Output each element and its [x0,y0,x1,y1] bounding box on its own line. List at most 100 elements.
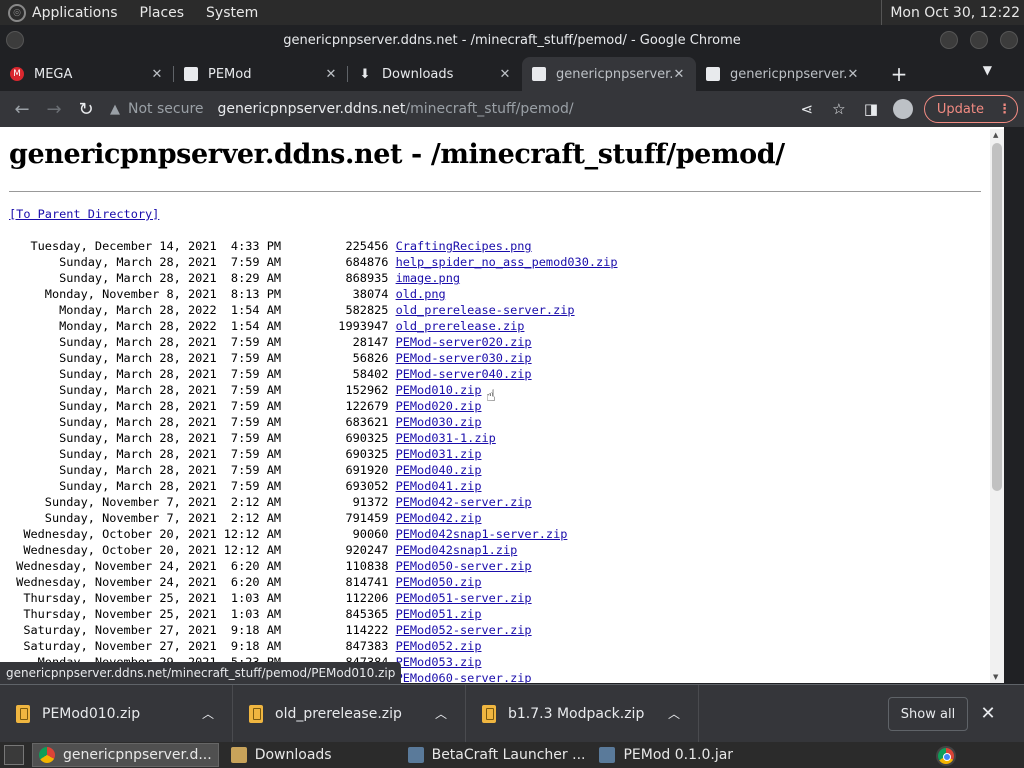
file-link[interactable]: image.png [396,271,460,285]
taskbar: genericpnpserver.d... Downloads BetaCraf… [0,742,1024,768]
page-icon [532,67,546,81]
file-link[interactable]: CraftingRecipes.png [396,239,532,253]
file-link[interactable]: PEMod-server040.zip [396,367,532,381]
distro-logo-icon[interactable]: ◎ [8,3,26,22]
tab-close-icon[interactable]: ✕ [846,67,860,82]
tab-close-icon[interactable]: ✕ [498,67,512,82]
file-link[interactable]: PEMod053.zip [396,655,482,669]
file-link[interactable]: old.png [396,287,446,301]
download-item[interactable]: PEMod010.zip ︿ [0,684,233,743]
file-link[interactable]: PEMod042.zip [396,511,482,525]
tab-label: genericpnpserver.d [556,66,672,82]
file-meta: Sunday, March 28, 2021 8:29 AM 868935 [9,271,396,285]
bookmark-star-icon[interactable]: ☆ [824,94,854,124]
minimize-icon[interactable] [940,31,958,49]
tab-mega[interactable]: M MEGA ✕ [0,57,174,91]
chevron-up-icon[interactable]: ︿ [202,705,232,722]
file-link[interactable]: PEMod051-server.zip [396,591,532,605]
clock[interactable]: Mon Oct 30, 12:22 [881,0,1020,25]
file-link[interactable]: PEMod031-1.zip [396,431,496,445]
file-link[interactable]: PEMod010.zip [396,383,482,397]
file-link[interactable]: PEMod051.zip [396,607,482,621]
file-link[interactable]: PEMod031.zip [396,447,482,461]
window-menu-icon[interactable] [6,31,24,49]
address-bar[interactable]: ▲ Not secure genericpnpserver.ddns.net /… [110,101,650,117]
maximize-icon[interactable] [970,31,988,49]
side-panel-icon[interactable]: ◨ [856,94,886,124]
places-menu[interactable]: Places [140,5,185,21]
file-row: Sunday, March 28, 2021 7:59 AM 122679 PE… [9,399,481,413]
download-item[interactable]: b1.7.3 Modpack.zip ︿ [466,684,699,743]
tab-strip: M MEGA ✕ PEMod ✕ ⬇ Downloads ✕ genericpn… [0,55,1024,91]
file-link[interactable]: PEMod050.zip [396,575,482,589]
chevron-up-icon[interactable]: ︿ [668,705,698,722]
file-meta: Monday, March 28, 2022 1:54 AM 582825 [9,303,396,317]
system-menu[interactable]: System [206,5,258,21]
file-meta: Sunday, March 28, 2021 7:59 AM 691920 [9,463,396,477]
tab-directory-2[interactable]: genericpnpserver.d ✕ [696,57,870,91]
warning-icon[interactable]: ▲ [110,102,120,117]
share-icon[interactable]: ⋖ [792,94,822,124]
tab-downloads[interactable]: ⬇ Downloads ✕ [348,57,522,91]
taskbar-item-chrome[interactable]: genericpnpserver.d... [32,743,219,767]
file-row: Thursday, November 25, 2021 1:03 AM 8453… [9,607,481,621]
file-row: Sunday, November 7, 2021 2:12 AM 791459 … [9,511,482,525]
file-link[interactable]: PEMod030.zip [396,415,482,429]
back-button[interactable]: ← [6,93,38,125]
window-close-icon[interactable] [1000,31,1018,49]
taskbar-item-pemod-jar[interactable]: PEMod 0.1.0.jar [593,743,739,767]
file-link[interactable]: PEMod042-server.zip [396,495,532,509]
chrome-tray-icon[interactable] [936,746,956,766]
forward-button[interactable]: → [38,93,70,125]
taskbar-item-betacraft[interactable]: BetaCraft Launcher ... [402,743,592,767]
file-link[interactable]: PEMod052.zip [396,639,482,653]
file-meta: Sunday, March 28, 2021 7:59 AM 690325 [9,447,396,461]
update-button[interactable]: Update ⋮ [923,95,1018,123]
scroll-up-icon[interactable]: ▲ [993,131,998,139]
tab-search-chevron-icon[interactable]: ▼ [983,63,992,77]
file-row: Wednesday, November 24, 2021 6:20 AM 110… [9,559,532,573]
download-icon: ⬇ [359,67,371,82]
close-icon[interactable]: ✕ [978,699,998,727]
chevron-up-icon[interactable]: ︿ [435,705,465,722]
taskbar-item-downloads[interactable]: Downloads [225,743,338,767]
file-row: Sunday, March 28, 2021 7:59 AM 690325 PE… [9,447,481,461]
new-tab-button[interactable]: + [882,57,916,91]
window-titlebar[interactable]: genericpnpserver.ddns.net - /minecraft_s… [0,25,1024,55]
file-link[interactable]: PEMod020.zip [396,399,482,413]
applications-menu[interactable]: Applications [32,5,118,21]
download-item[interactable]: old_prerelease.zip ︿ [233,684,466,743]
show-all-button[interactable]: Show all [888,697,968,731]
page-scrollbar[interactable]: ▲ ▼ [990,129,1004,683]
tab-close-icon[interactable]: ✕ [150,67,164,82]
file-link[interactable]: PEMod042snap1.zip [396,543,518,557]
parent-directory-link[interactable]: [To Parent Directory] [9,207,159,221]
show-desktop-button[interactable] [4,745,24,765]
file-link[interactable]: PEMod040.zip [396,463,482,477]
file-link[interactable]: PEMod060-server.zip [396,671,532,683]
chrome-icon [39,747,55,763]
tab-active-directory[interactable]: genericpnpserver.d ✕ [522,57,696,91]
security-status[interactable]: Not secure [128,101,204,117]
file-link[interactable]: old_prerelease.zip [396,319,525,333]
reload-button[interactable]: ↻ [70,93,102,125]
file-link[interactable]: PEMod042snap1-server.zip [396,527,568,541]
file-link[interactable]: PEMod050-server.zip [396,559,532,573]
scroll-down-icon[interactable]: ▼ [993,673,998,681]
file-link[interactable]: PEMod-server020.zip [396,335,532,349]
download-name: old_prerelease.zip [275,705,402,722]
scrollbar-thumb[interactable] [992,143,1002,491]
profile-avatar[interactable] [888,94,918,124]
file-row: Sunday, March 28, 2021 7:59 AM 683621 PE… [9,415,481,429]
divider [9,191,981,192]
java-icon [407,747,424,763]
tab-close-icon[interactable]: ✕ [324,67,338,82]
file-link[interactable]: old_prerelease-server.zip [396,303,575,317]
file-link[interactable]: help_spider_no_ass_pemod030.zip [396,255,618,269]
file-link[interactable]: PEMod041.zip [396,479,482,493]
file-link[interactable]: PEMod-server030.zip [396,351,532,365]
tab-close-icon[interactable]: ✕ [672,67,686,82]
tab-pemod[interactable]: PEMod ✕ [174,57,348,91]
file-link[interactable]: PEMod052-server.zip [396,623,532,637]
more-menu-icon[interactable]: ⋮ [998,102,1011,117]
